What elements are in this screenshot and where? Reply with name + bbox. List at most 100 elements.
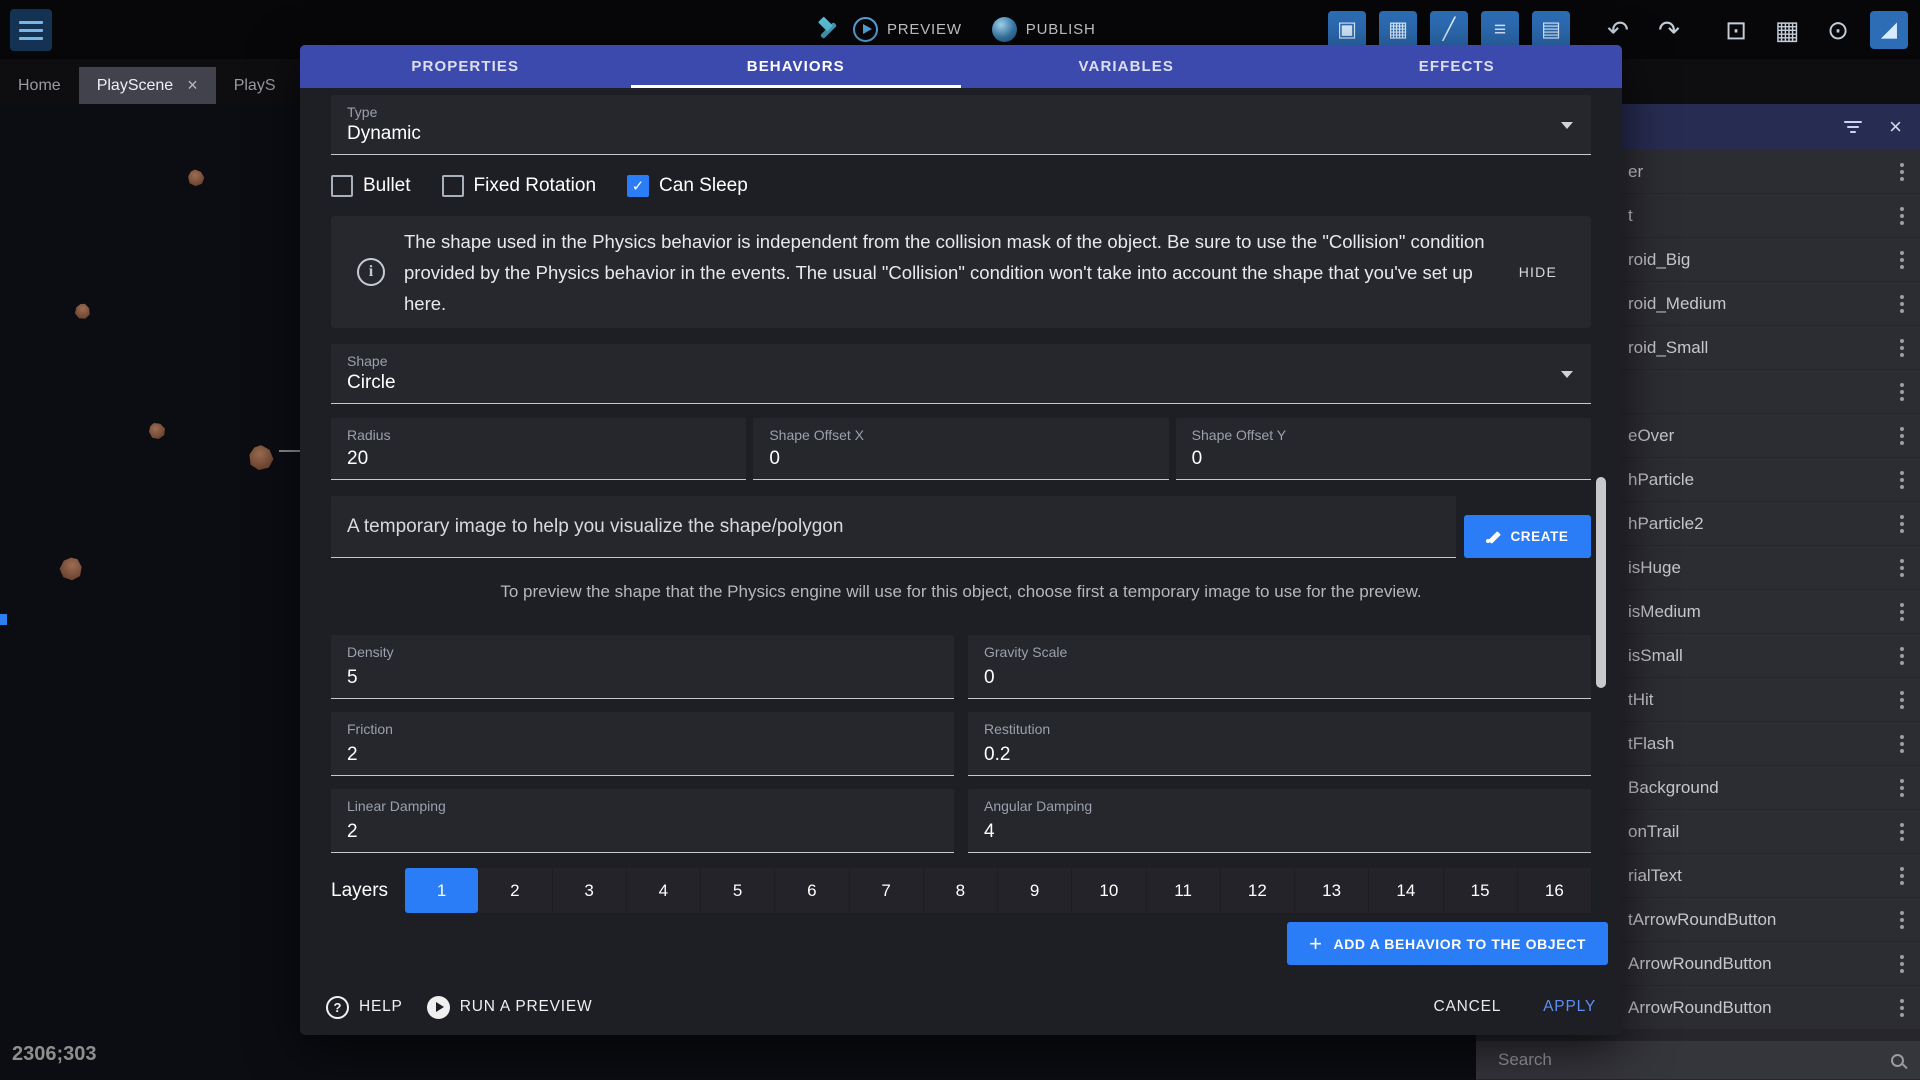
dot: [1900, 515, 1904, 519]
close-tab-icon[interactable]: ×: [187, 75, 198, 96]
help-button[interactable]: ? HELP: [326, 996, 403, 1019]
field-label: Radius: [347, 427, 730, 443]
item-menu-icon[interactable]: [1900, 383, 1904, 401]
layer-button-16[interactable]: 16: [1518, 868, 1591, 913]
dialog-tab-behaviors[interactable]: BEHAVIORS: [631, 45, 962, 88]
layer-button-10[interactable]: 10: [1072, 868, 1146, 913]
field-shape-offset-y[interactable]: Shape Offset Y0: [1176, 418, 1591, 480]
tab-label: PlayScene: [97, 77, 174, 95]
type-select[interactable]: Type Dynamic: [331, 95, 1591, 155]
checkbox-checked-icon: ✓: [627, 175, 649, 197]
zoom-icon[interactable]: ⊙: [1819, 11, 1857, 49]
item-menu-icon[interactable]: [1900, 867, 1904, 885]
item-menu-icon[interactable]: [1900, 471, 1904, 489]
layer-button-4[interactable]: 4: [627, 868, 701, 913]
layer-button-12[interactable]: 12: [1221, 868, 1295, 913]
add-behavior-button[interactable]: + ADD A BEHAVIOR TO THE OBJECT: [1287, 922, 1608, 965]
dot: [1900, 654, 1904, 658]
dot: [1900, 705, 1904, 709]
field-value: 20: [347, 448, 730, 470]
checkbox-fixed-rotation[interactable]: Fixed Rotation: [442, 175, 597, 197]
checkbox-bullet[interactable]: Bullet: [331, 175, 411, 197]
dot: [1900, 339, 1904, 343]
item-menu-icon[interactable]: [1900, 559, 1904, 577]
item-menu-icon[interactable]: [1900, 207, 1904, 225]
dot: [1900, 309, 1904, 313]
dialog-tab-properties[interactable]: PROPERTIES: [300, 45, 631, 88]
search-icon: [1891, 1054, 1904, 1067]
publish-button[interactable]: PUBLISH: [992, 17, 1096, 42]
minimap-icon[interactable]: ◢: [1870, 11, 1908, 49]
item-menu-icon[interactable]: [1900, 955, 1904, 973]
layer-button-1[interactable]: 1: [405, 868, 478, 913]
create-button[interactable]: CREATE: [1464, 515, 1591, 558]
editor-tab-playscene[interactable]: PlayScene ×: [79, 67, 216, 104]
item-menu-icon[interactable]: [1900, 999, 1904, 1017]
close-panel-icon[interactable]: ×: [1889, 116, 1902, 138]
layers-icon[interactable]: ▤: [1532, 11, 1570, 49]
layer-button-8[interactable]: 8: [924, 868, 998, 913]
shape-select[interactable]: Shape Circle: [331, 344, 1591, 404]
instances-icon[interactable]: ▦: [1379, 11, 1417, 49]
checkbox-can-sleep[interactable]: ✓Can Sleep: [627, 175, 748, 197]
item-menu-icon[interactable]: [1900, 823, 1904, 841]
cancel-button[interactable]: CANCEL: [1433, 998, 1501, 1016]
object-icon[interactable]: ▣: [1328, 11, 1366, 49]
search-input[interactable]: [1496, 1049, 1883, 1071]
field-shape-offset-x[interactable]: Shape Offset X0: [753, 418, 1168, 480]
item-menu-icon[interactable]: [1900, 251, 1904, 269]
apply-button[interactable]: APPLY: [1543, 998, 1596, 1016]
object-search-row: [1476, 1041, 1920, 1079]
field-restitution[interactable]: Restitution0.2: [968, 712, 1591, 776]
field-radius[interactable]: Radius 20: [331, 418, 746, 480]
item-menu-icon[interactable]: [1900, 339, 1904, 357]
dialog-tab-effects[interactable]: EFFECTS: [1292, 45, 1623, 88]
dialog-tab-variables[interactable]: VARIABLES: [961, 45, 1292, 88]
editor-tab-plays[interactable]: PlayS: [216, 67, 294, 104]
item-menu-icon[interactable]: [1900, 515, 1904, 533]
layer-button-3[interactable]: 3: [553, 868, 627, 913]
item-menu-icon[interactable]: [1900, 603, 1904, 621]
object-name: Background: [1628, 778, 1719, 798]
layer-button-9[interactable]: 9: [998, 868, 1072, 913]
layer-button-13[interactable]: 13: [1295, 868, 1369, 913]
temp-image-field[interactable]: A temporary image to help you visualize …: [331, 496, 1456, 558]
field-friction[interactable]: Friction2: [331, 712, 954, 776]
redo-icon[interactable]: ↷: [1650, 11, 1688, 49]
item-menu-icon[interactable]: [1900, 295, 1904, 313]
undo-icon[interactable]: ↶: [1599, 11, 1637, 49]
hide-button[interactable]: HIDE: [1519, 264, 1557, 280]
filter-icon[interactable]: [1843, 121, 1863, 133]
checkbox-icon: [331, 175, 353, 197]
item-menu-icon[interactable]: [1900, 911, 1904, 929]
menu-icon[interactable]: [10, 9, 52, 51]
layer-button-6[interactable]: 6: [775, 868, 849, 913]
field-angular-damping[interactable]: Angular Damping4: [968, 789, 1591, 853]
item-menu-icon[interactable]: [1900, 779, 1904, 797]
run-preview-button[interactable]: RUN A PREVIEW: [427, 996, 593, 1019]
selection-handle[interactable]: [0, 614, 7, 625]
field-density[interactable]: Density5: [331, 635, 954, 699]
field-gravity-scale[interactable]: Gravity Scale0: [968, 635, 1591, 699]
item-menu-icon[interactable]: [1900, 427, 1904, 445]
layer-button-11[interactable]: 11: [1147, 868, 1221, 913]
field-linear-damping[interactable]: Linear Damping2: [331, 789, 954, 853]
capture-icon[interactable]: ⊡: [1717, 11, 1755, 49]
dot: [1900, 1013, 1904, 1017]
editor-tab-home[interactable]: Home: [0, 67, 79, 104]
layer-button-14[interactable]: 14: [1369, 868, 1443, 913]
layer-button-7[interactable]: 7: [850, 868, 924, 913]
layer-button-15[interactable]: 15: [1444, 868, 1518, 913]
dialog-scrollbar[interactable]: [1596, 477, 1606, 688]
build-icon[interactable]: [815, 17, 841, 43]
item-menu-icon[interactable]: [1900, 735, 1904, 753]
grid-icon[interactable]: ▦: [1768, 11, 1806, 49]
layer-button-5[interactable]: 5: [701, 868, 775, 913]
item-menu-icon[interactable]: [1900, 163, 1904, 181]
edit-scene-icon[interactable]: ╱: [1430, 11, 1468, 49]
preview-button[interactable]: PREVIEW: [853, 17, 962, 42]
item-menu-icon[interactable]: [1900, 647, 1904, 665]
layer-button-2[interactable]: 2: [478, 868, 552, 913]
events-list-icon[interactable]: ≡: [1481, 11, 1519, 49]
item-menu-icon[interactable]: [1900, 691, 1904, 709]
